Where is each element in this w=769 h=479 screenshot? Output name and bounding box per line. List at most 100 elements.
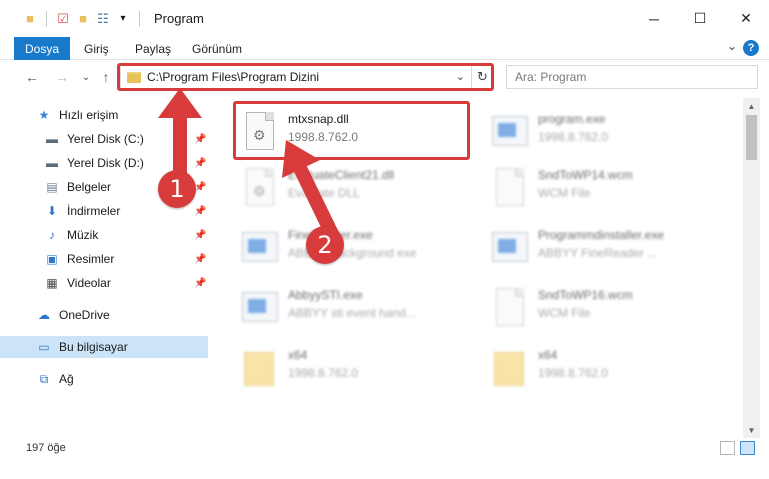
sidebar-item-label: Belgeler [67,180,112,194]
file-name: x64 [538,348,558,362]
file-item[interactable]: Programmdinstaller.exe ABBYY FineReader … [486,220,726,276]
close-button[interactable]: ✕ [723,0,769,37]
new-folder-icon[interactable]: ■ [75,11,91,27]
sidebar-item-pictures[interactable]: ▣ Resimler 📌 [0,248,208,270]
address-dropdown-icon[interactable]: ⌄ [456,70,465,83]
sidebar-item-this-pc[interactable]: ▭ Bu bilgisayar [0,336,208,358]
help-icon[interactable]: ? [743,40,759,56]
file-item[interactable]: FineReader.exe ABBYY background exe [236,220,476,276]
videos-icon: ▦ [46,276,58,290]
sidebar-item-quick-access[interactable]: ★ Hızlı erişim [0,104,208,126]
file-name: program.exe [538,112,606,126]
navigation-pane: ★ Hızlı erişim ▬ Yerel Disk (C:) 📌 ▬ Yer… [0,98,210,438]
sidebar-item-label: OneDrive [59,308,110,322]
file-item[interactable]: ⚙ EvaluateClient21.dll Evaluate DLL [236,160,476,216]
ribbon-expand-icon[interactable]: ⌄ [727,39,737,53]
separator [46,10,47,27]
scrollbar-thumb[interactable] [746,115,757,160]
address-bar[interactable]: C:\Program Files\Program Dizini ⌄ [120,65,472,89]
folder-icon: ■ [26,11,34,26]
minimize-button[interactable]: ─ [631,0,677,37]
vertical-scrollbar[interactable]: ▲ ▼ [743,98,760,438]
exe-icon [240,226,278,270]
tab-view[interactable]: Görünüm [192,37,242,60]
sidebar-item-videos[interactable]: ▦ Videolar 📌 [0,272,208,294]
window-title: Program [154,11,204,26]
file-item[interactable]: x64 1998.8.762.0 [236,340,476,396]
search-placeholder: Ara: Program [515,70,587,84]
file-item[interactable]: program.exe 1998.8.762.0 [486,104,726,160]
file-list: ⚙ mtxsnap.dll 1998.8.762.0 program.exe 1… [218,98,743,438]
file-item[interactable]: AbbyySTI.exe ABBYY sti event hand... [236,280,476,336]
document-icon [490,166,526,210]
window-controls: ─ ☐ ✕ [631,0,769,37]
search-input[interactable]: Ara: Program [506,65,758,89]
sidebar-item-local-disk-c[interactable]: ▬ Yerel Disk (C:) 📌 [0,128,208,150]
separator [139,10,140,27]
drive-icon: ▬ [46,156,58,170]
pin-icon[interactable]: 📌 [194,206,206,217]
tab-file[interactable]: Dosya [14,37,70,60]
status-bar: 197 öğe [0,438,769,460]
file-name: EvaluateClient21.dll [288,168,395,182]
forward-button[interactable]: → [52,67,72,87]
file-name: SndToWP16.wcm [538,288,633,302]
file-item[interactable]: x64 1998.8.762.0 [486,340,726,396]
step-badge-1: 1 [158,170,196,208]
refresh-button[interactable]: ↻ [472,65,494,89]
pin-icon[interactable]: 📌 [194,134,206,145]
pin-icon[interactable]: 📌 [194,158,206,169]
sidebar-item-label: Yerel Disk (C:) [67,132,144,146]
file-type: WCM File [538,306,591,320]
drive-icon: ▬ [46,132,58,146]
title-bar: ■ ☑ ■ ☷ ▾ Program ─ ☐ ✕ [0,0,769,37]
large-icons-view-icon[interactable] [740,441,755,455]
scroll-down-icon[interactable]: ▼ [743,422,760,438]
address-path[interactable]: C:\Program Files\Program Dizini [147,70,319,84]
tab-share[interactable]: Paylaş [135,37,171,60]
recent-locations-button[interactable]: ⌄ [76,67,96,87]
sidebar-item-label: Müzik [67,228,99,242]
sidebar-item-label: İndirmeler [67,204,121,218]
sidebar-item-network[interactable]: ⧉ Ağ [0,368,208,390]
details-view-icon[interactable] [720,441,735,455]
document-icon: ⚙ [240,166,276,210]
sidebar-item-label: Ağ [59,372,74,386]
document-icon [490,286,526,330]
back-button[interactable]: ← [22,67,42,87]
customize-dropdown-icon[interactable]: ▾ [115,11,131,27]
scroll-up-icon[interactable]: ▲ [743,98,760,114]
file-name: Programmdinstaller.exe [538,228,665,242]
sidebar-item-label: Yerel Disk (D:) [67,156,144,170]
cloud-icon: ☁ [38,308,50,322]
view-icon[interactable]: ☷ [95,11,111,27]
folder-icon [127,71,141,83]
file-version: 1998.8.762.0 [288,366,359,380]
file-item[interactable]: SndToWP14.wcm WCM File [486,160,726,216]
exe-icon [490,110,528,154]
pictures-icon: ▣ [46,252,58,266]
dll-icon: ⚙ [240,110,276,154]
quick-access-toolbar: ■ ☑ ■ ☷ ▾ [22,10,144,27]
sidebar-item-onedrive[interactable]: ☁ OneDrive [0,304,208,326]
sidebar-item-music[interactable]: ♪ Müzik 📌 [0,224,208,246]
sidebar-item-label: Videolar [67,276,111,290]
ribbon: Dosya Giriş Paylaş Görünüm ⌄ ? [0,37,769,60]
file-item[interactable]: SndToWP16.wcm WCM File [486,280,726,336]
file-type: WCM File [538,186,591,200]
star-icon: ★ [38,108,50,122]
sidebar-item-label: Bu bilgisayar [59,340,128,354]
maximize-button[interactable]: ☐ [677,0,723,37]
file-version: 1998.8.762.0 [538,366,609,380]
pin-icon[interactable]: 📌 [194,254,206,265]
properties-icon[interactable]: ☑ [55,11,71,27]
file-item[interactable]: ⚙ mtxsnap.dll 1998.8.762.0 [236,104,476,160]
tab-home[interactable]: Giriş [84,37,109,60]
pin-icon[interactable]: 📌 [194,278,206,289]
file-name: AbbyySTI.exe [288,288,363,302]
step-badge-2: 2 [306,226,344,264]
exe-icon [490,226,528,270]
up-button[interactable]: ↑ [96,67,116,87]
pin-icon[interactable]: 📌 [194,230,206,241]
file-name: x64 [288,348,308,362]
